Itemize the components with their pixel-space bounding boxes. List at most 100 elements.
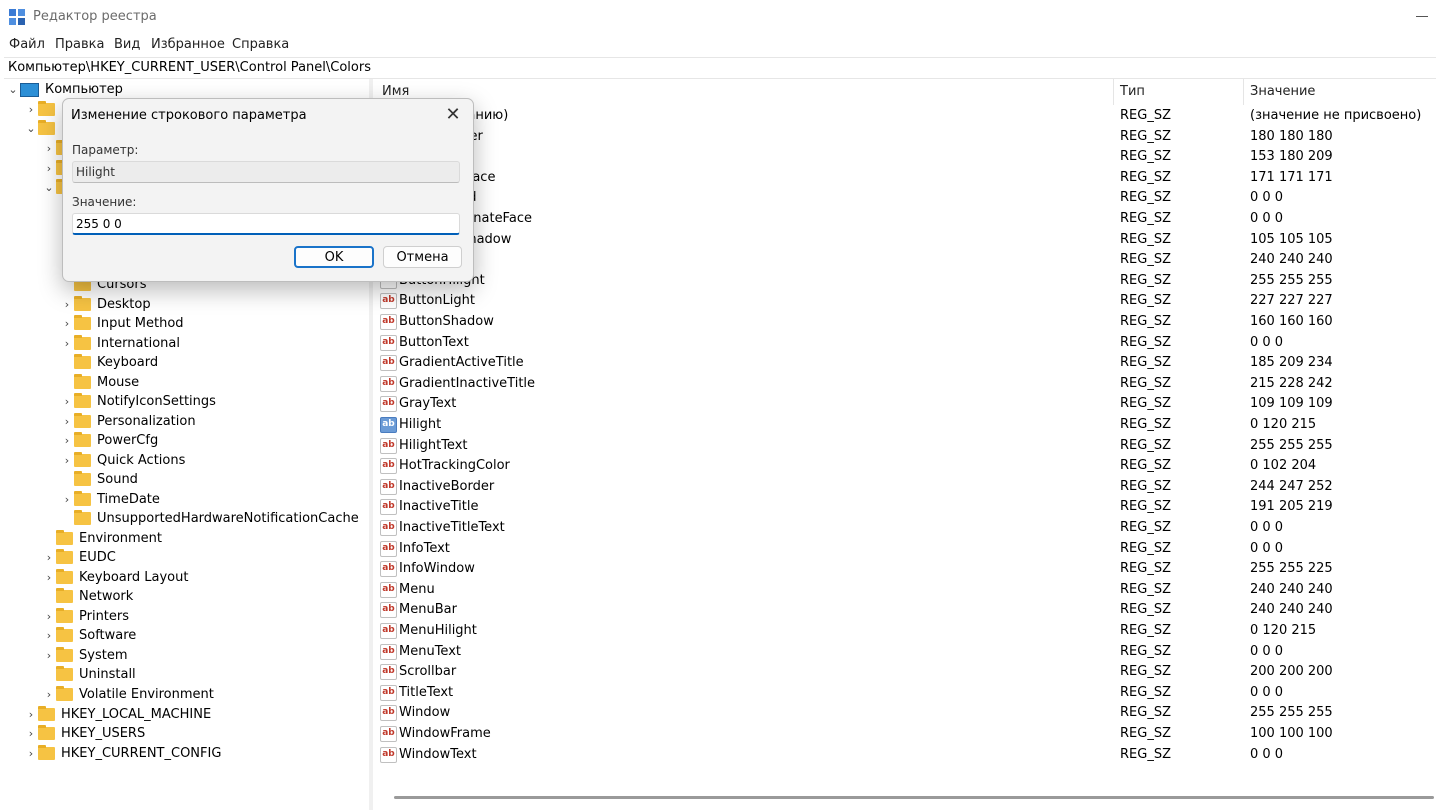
value-row[interactable]: abButtonHilightREG_SZ255 255 255 [374,271,1440,291]
tree-item-notifyiconsettings[interactable]: › NotifyIconSettings [60,392,216,411]
value-row[interactable]: ab InactiveTitleText REG_SZ 0 0 0 [374,518,1440,538]
tree-item-hkcc[interactable]: › HKEY_CURRENT_CONFIG [24,744,221,763]
column-header-name[interactable]: Имя [382,84,409,99]
chevron-right-icon[interactable]: › [42,649,56,662]
value-row[interactable]: ab GradientInactiveTitle REG_SZ 215 228 242 [374,374,1440,394]
chevron-right-icon[interactable]: › [24,747,38,760]
tree-item-personalization[interactable]: › Personalization [60,412,196,431]
column-header-data[interactable]: Значение [1250,84,1315,99]
chevron-right-icon[interactable]: › [60,415,74,428]
chevron-right-icon[interactable]: › [42,610,56,623]
value-row[interactable]: ab InfoWindow REG_SZ 255 255 225 [374,559,1440,579]
chevron-right-icon[interactable]: › [24,103,38,116]
value-row[interactable]: ab ButtonShadow REG_SZ 160 160 160 [374,312,1440,332]
tree-item-keyboard-layout[interactable]: › Keyboard Layout [42,568,188,587]
tree-item-hku[interactable]: › HKEY_USERS [24,724,145,743]
value-row[interactable]: ab Hilight REG_SZ 0 120 215 [374,415,1440,435]
close-icon[interactable]: ✕ [443,104,463,125]
tree-item-timedate[interactable]: › TimeDate [60,490,160,509]
chevron-right-icon[interactable]: › [42,551,56,564]
value-name-field[interactable] [72,161,460,183]
chevron-right-icon[interactable]: › [60,298,74,311]
chevron-right-icon[interactable]: › [42,688,56,701]
menu-view[interactable]: Вид [114,37,140,52]
menu-edit[interactable]: Правка [55,37,104,52]
chevron-right-icon[interactable]: › [60,395,74,408]
tree-item-desktop[interactable]: › Desktop [60,295,151,314]
value-row[interactable]: ab MenuBar REG_SZ 240 240 240 [374,600,1440,620]
value-row[interactable]: ab ButtonLight REG_SZ 227 227 227 [374,291,1440,311]
value-row[interactable]: ab TitleText REG_SZ 0 0 0 [374,683,1440,703]
value-row[interactable]: ab InactiveTitle REG_SZ 191 205 219 [374,497,1440,517]
value-row[interactable]: abButtonDkShadowREG_SZ105 105 105 [374,230,1440,250]
value-row[interactable]: ab ButtonText REG_SZ 0 0 0 [374,333,1440,353]
menu-help[interactable]: Справка [232,37,289,52]
value-row[interactable]: abAppWorkspaceREG_SZ171 171 171 [374,168,1440,188]
tree-root[interactable]: ⌄ Компьютер [6,80,123,99]
chevron-right-icon[interactable]: › [60,454,74,467]
tree-item[interactable]: › [24,100,61,119]
value-row[interactable]: ab InactiveBorder REG_SZ 244 247 252 [374,477,1440,497]
value-row[interactable]: ab InfoText REG_SZ 0 0 0 [374,539,1440,559]
tree-item-network[interactable]: Network [42,587,133,606]
value-row[interactable]: ab(По умолчанию)REG_SZ(значение не присв… [374,106,1440,126]
chevron-down-icon[interactable]: ⌄ [24,122,38,135]
column-header-type[interactable]: Тип [1120,84,1145,99]
tree-item-international[interactable]: › International [60,334,180,353]
tree-item-unsupportedhardware[interactable]: UnsupportedHardwareNotificationCache [60,509,359,528]
chevron-right-icon[interactable]: › [42,629,56,642]
value-row[interactable]: ab Menu REG_SZ 240 240 240 [374,580,1440,600]
tree-item-printers[interactable]: › Printers [42,607,129,626]
tree-item-software[interactable]: › Software [42,626,136,645]
tree-item-system[interactable]: › System [42,646,127,665]
value-row[interactable]: abBackgroundREG_SZ0 0 0 [374,188,1440,208]
address-bar[interactable]: Компьютер\HKEY_CURRENT_USER\Control Pane… [4,57,1436,79]
tree-item-sound[interactable]: Sound [60,470,138,489]
chevron-right-icon[interactable]: › [24,708,38,721]
value-row[interactable]: ab MenuText REG_SZ 0 0 0 [374,642,1440,662]
tree-item-input-method[interactable]: › Input Method [60,314,184,333]
chevron-right-icon[interactable]: › [60,493,74,506]
chevron-right-icon[interactable]: › [60,337,74,350]
value-row[interactable]: abActiveBorderREG_SZ180 180 180 [374,127,1440,147]
column-divider[interactable] [1243,79,1244,105]
menu-file[interactable]: Файл [9,37,45,52]
value-row[interactable]: ab GradientActiveTitle REG_SZ 185 209 234 [374,353,1440,373]
chevron-right-icon[interactable]: › [60,317,74,330]
value-row[interactable]: abButtonFaceREG_SZ240 240 240 [374,250,1440,270]
chevron-right-icon[interactable]: › [24,727,38,740]
tree-item[interactable]: ⌄ [24,119,61,138]
value-data-field[interactable] [72,213,460,235]
value-row[interactable]: ab MenuHilight REG_SZ 0 120 215 [374,621,1440,641]
cancel-button[interactable]: Отмена [383,246,462,268]
tree-item-mouse[interactable]: Mouse [60,373,139,392]
chevron-down-icon[interactable]: ⌄ [6,83,20,96]
value-row[interactable]: ab Scrollbar REG_SZ 200 200 200 [374,662,1440,682]
value-row[interactable]: abActiveTitleREG_SZ153 180 209 [374,147,1440,167]
chevron-right-icon[interactable]: › [60,434,74,447]
chevron-right-icon[interactable]: › [42,142,56,155]
values-list[interactable]: Имя Тип Значение ab(По умолчанию)REG_SZ(… [374,79,1440,810]
tree-item-powercfg[interactable]: › PowerCfg [60,431,158,450]
value-row[interactable]: ab HotTrackingColor REG_SZ 0 102 204 [374,456,1440,476]
menu-favorites[interactable]: Избранное [151,37,225,52]
chevron-right-icon[interactable]: › [42,162,56,175]
value-row[interactable]: ab Window REG_SZ 255 255 255 [374,703,1440,723]
column-divider[interactable] [1113,79,1114,105]
tree-item-uninstall[interactable]: Uninstall [42,665,136,684]
value-row[interactable]: ab HilightText REG_SZ 255 255 255 [374,436,1440,456]
tree-item-quick-actions[interactable]: › Quick Actions [60,451,185,470]
minimize-icon[interactable] [1416,16,1428,17]
value-row[interactable]: abButtonAlternateFaceREG_SZ0 0 0 [374,209,1440,229]
value-row[interactable]: ab WindowFrame REG_SZ 100 100 100 [374,724,1440,744]
tree-item-volatile-environment[interactable]: › Volatile Environment [42,685,214,704]
tree-item-environment[interactable]: Environment [42,529,162,548]
horizontal-scrollbar[interactable] [394,796,1434,799]
tree-item-hklm[interactable]: › HKEY_LOCAL_MACHINE [24,705,211,724]
value-row[interactable]: ab GrayText REG_SZ 109 109 109 [374,394,1440,414]
tree-item-keyboard[interactable]: Keyboard [60,353,158,372]
ok-button[interactable]: OK [294,246,374,268]
chevron-right-icon[interactable]: › [42,571,56,584]
chevron-down-icon[interactable]: ⌄ [42,181,56,194]
value-row[interactable]: ab WindowText REG_SZ 0 0 0 [374,745,1440,765]
